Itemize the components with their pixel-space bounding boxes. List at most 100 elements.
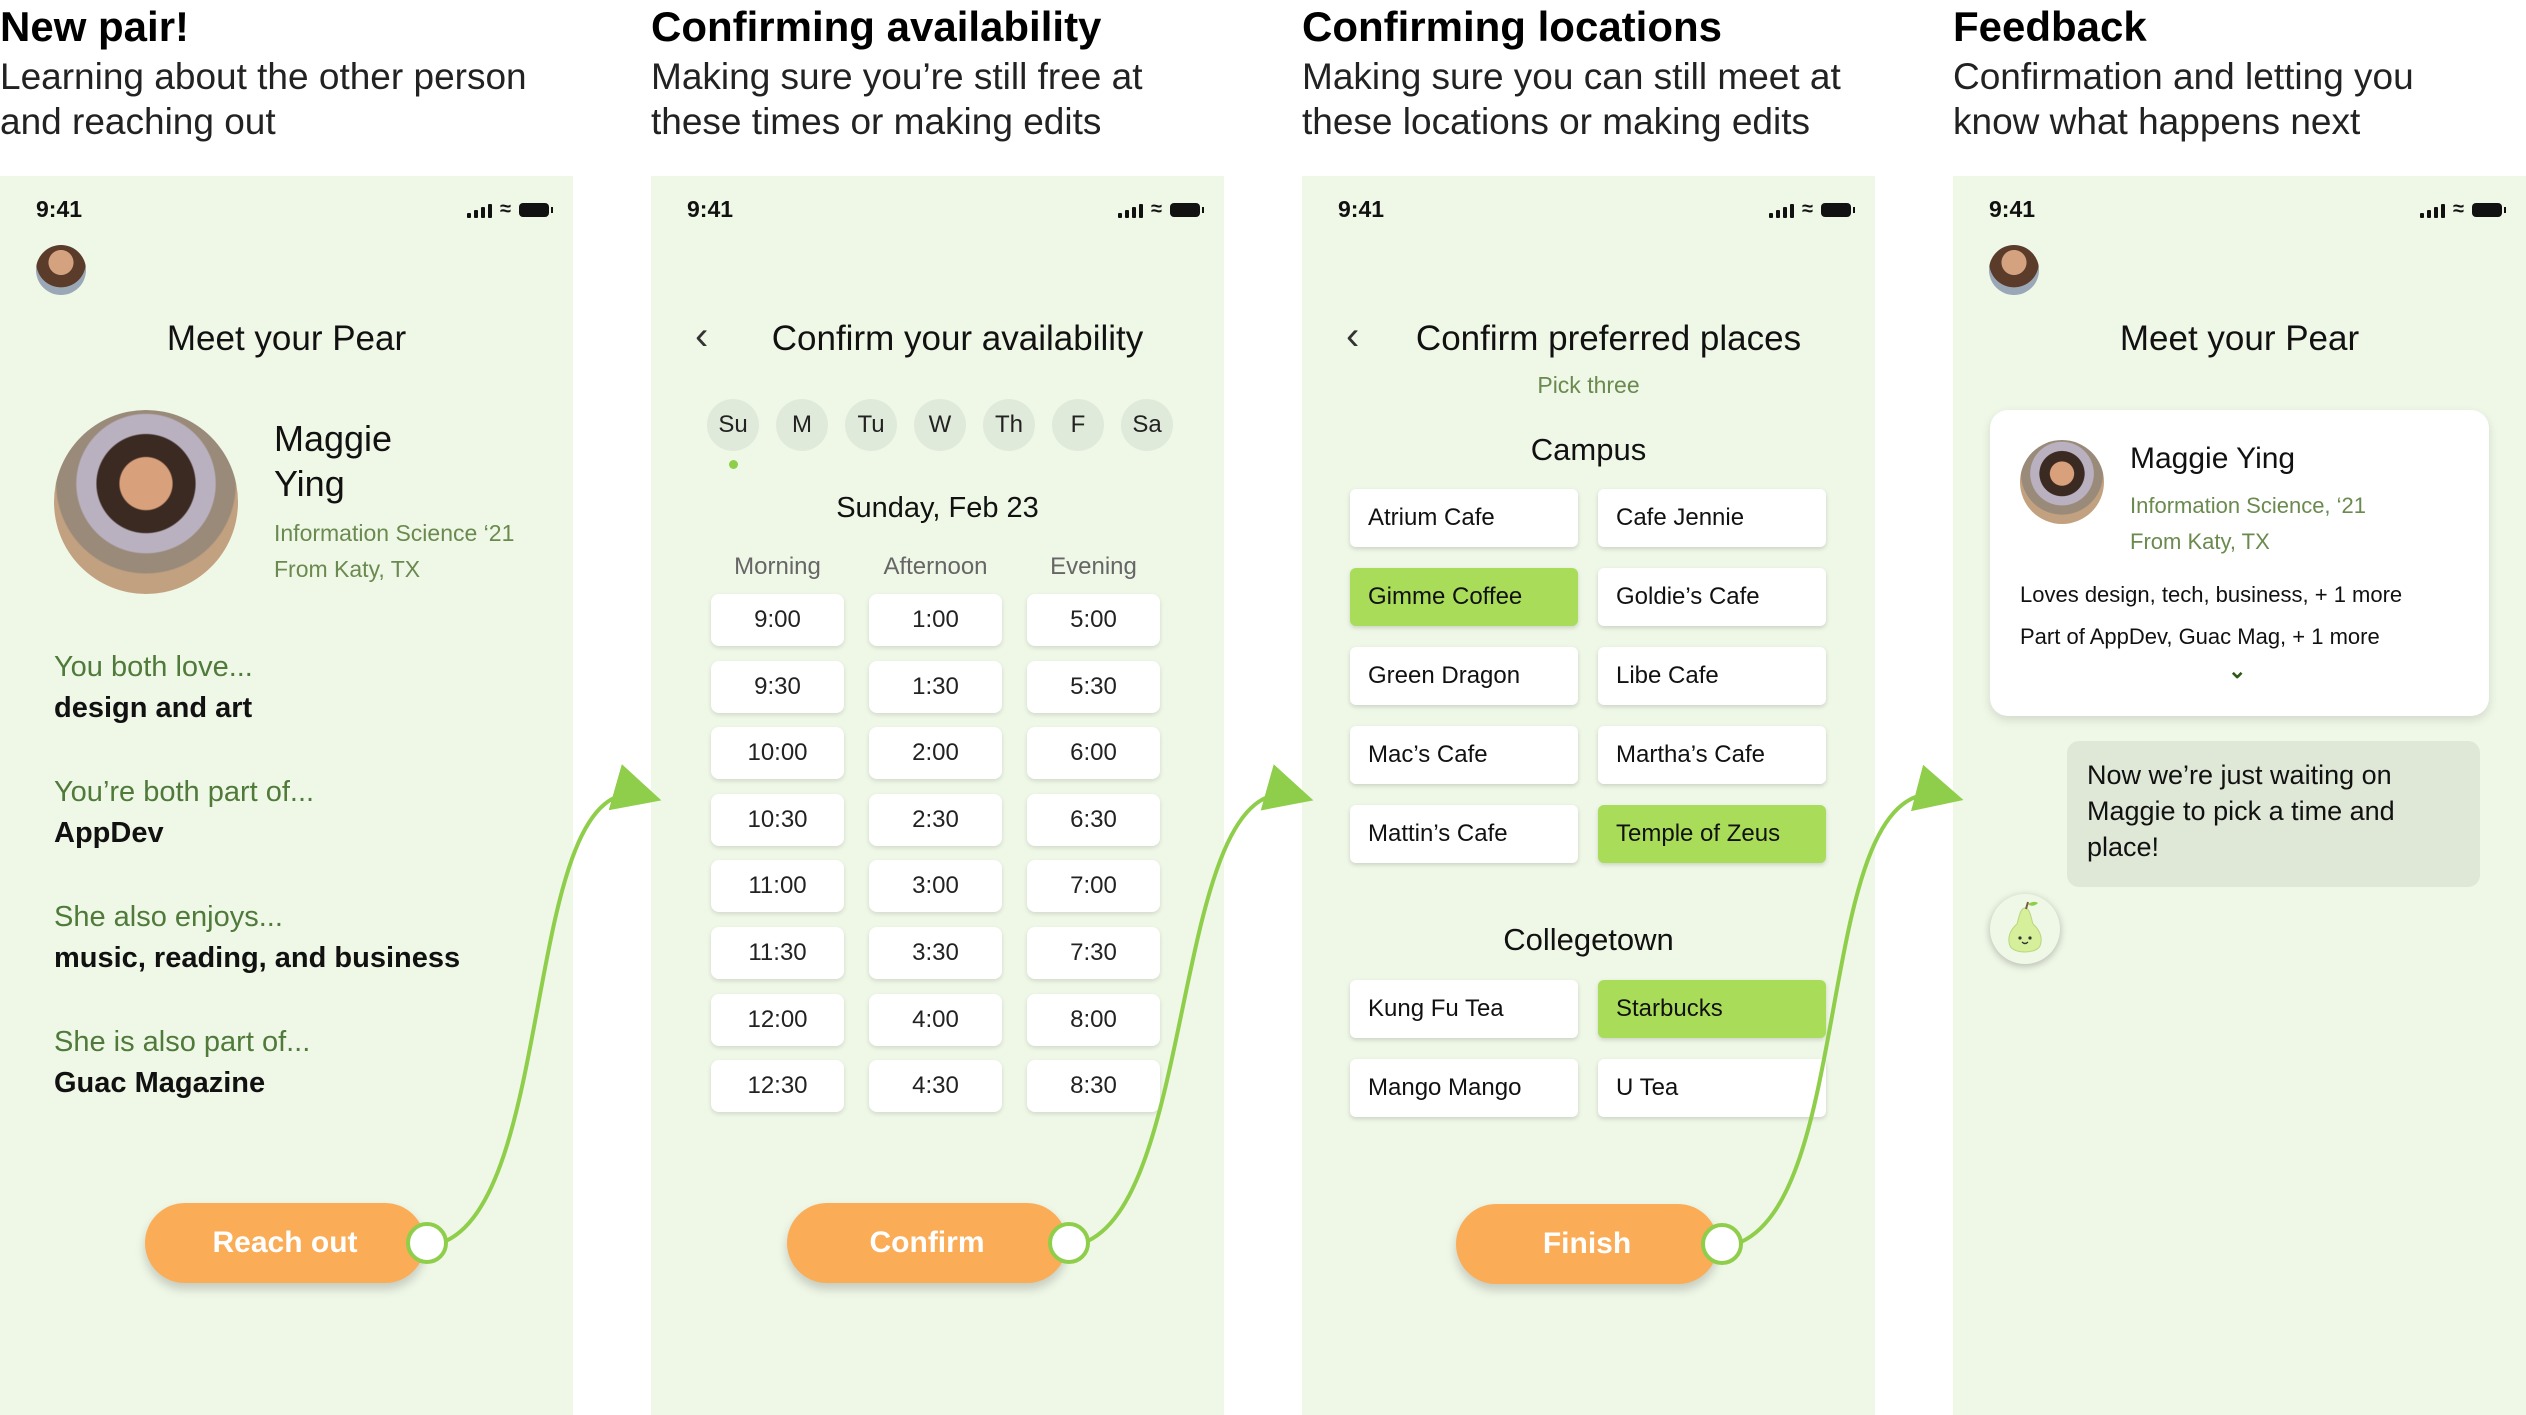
time-slot[interactable]: 4:30: [869, 1060, 1002, 1113]
time-slot[interactable]: 12:30: [711, 1060, 844, 1113]
time-slot[interactable]: 5:00: [1027, 594, 1160, 646]
heading-subtitle: Learning about the other person: [0, 56, 527, 97]
heading-subtitle: Confirmation and letting you: [1953, 56, 2414, 97]
place-option[interactable]: U Tea: [1598, 1059, 1826, 1117]
column-heading-locations: Confirming locations Making sure you can…: [1302, 0, 1882, 144]
heading-subtitle: know what happens next: [1953, 101, 2361, 142]
wifi-icon: ≈: [2453, 198, 2464, 220]
day-chip-friday[interactable]: F: [1052, 399, 1104, 451]
pear-summary-card[interactable]: Maggie Ying Information Science, ‘21 Fro…: [1990, 410, 2489, 716]
day-chip-wednesday[interactable]: W: [914, 399, 966, 451]
place-option[interactable]: Gimme Coffee: [1350, 568, 1578, 626]
signal-icon: [1769, 202, 1795, 218]
time-slot[interactable]: 7:30: [1027, 927, 1160, 979]
place-option[interactable]: Temple of Zeus: [1598, 805, 1826, 863]
signal-icon: [467, 202, 493, 218]
section-heading-collegetown: Collegetown: [1503, 922, 1674, 957]
pear-name: Maggie Ying: [274, 416, 392, 506]
status-time: 9:41: [687, 196, 734, 222]
column-header-afternoon: Afternoon: [883, 553, 988, 580]
time-slot[interactable]: 11:30: [711, 927, 844, 979]
selected-date: Sunday, Feb 23: [836, 492, 1039, 524]
time-slot[interactable]: 6:30: [1027, 793, 1160, 846]
time-slot[interactable]: 6:00: [1027, 727, 1160, 780]
time-slot[interactable]: 3:30: [869, 927, 1002, 979]
place-option[interactable]: Martha’s Cafe: [1598, 726, 1826, 784]
fact-value: design and art: [54, 692, 253, 724]
time-slot[interactable]: 7:00: [1027, 860, 1160, 913]
heading-subtitle: and reaching out: [0, 101, 276, 142]
place-option[interactable]: Mattin’s Cafe: [1350, 805, 1578, 863]
time-slot[interactable]: 8:00: [1027, 993, 1160, 1046]
pear-name: Maggie Ying: [2130, 442, 2296, 475]
place-option[interactable]: Libe Cafe: [1598, 647, 1826, 705]
signal-icon: [1118, 202, 1144, 218]
column-heading-feedback: Feedback Confirmation and letting you kn…: [1953, 0, 2526, 144]
place-option[interactable]: Goldie’s Cafe: [1598, 568, 1826, 626]
reach-out-button[interactable]: Reach out: [145, 1203, 425, 1283]
screen-confirm-availability: 9:41 ≈ ‹ Confirm your availability Su M …: [651, 176, 1224, 1415]
day-chip-thursday[interactable]: Th: [983, 399, 1035, 451]
pear-first-name: Maggie: [274, 418, 393, 459]
battery-icon: [1170, 202, 1204, 217]
column-heading-new-pair: New pair! Learning about the other perso…: [0, 0, 580, 144]
day-chip-sunday[interactable]: Su: [707, 399, 759, 451]
time-slot[interactable]: 3:00: [869, 860, 1002, 913]
expand-chevron-down-icon[interactable]: ⌄: [2228, 658, 2246, 684]
place-option[interactable]: Starbucks: [1598, 980, 1826, 1038]
place-option[interactable]: Mac’s Cafe: [1350, 726, 1578, 784]
pear-hometown: From Katy, TX: [274, 556, 421, 582]
pear-interests: Loves design, tech, business, + 1 more: [2020, 582, 2403, 607]
screen-title: Confirm preferred places: [1415, 319, 1802, 358]
day-chip-monday[interactable]: M: [776, 399, 828, 451]
status-bar: 9:41 ≈: [1989, 196, 2506, 226]
time-slot[interactable]: 8:30: [1027, 1060, 1160, 1113]
place-option[interactable]: Atrium Cafe: [1350, 489, 1578, 547]
place-option[interactable]: Mango Mango: [1350, 1059, 1578, 1117]
screen-feedback: 9:41 ≈ Meet your Pear Maggie Ying Inform…: [1953, 176, 2526, 1415]
column-header-evening: Evening: [1050, 553, 1137, 580]
time-slot[interactable]: 11:00: [711, 860, 844, 913]
time-slot[interactable]: 4:00: [869, 993, 1002, 1046]
time-slot[interactable]: 9:30: [711, 660, 844, 713]
fact-label: You’re both part of...: [54, 776, 315, 808]
time-slot[interactable]: 9:00: [711, 594, 844, 646]
time-slot[interactable]: 5:30: [1027, 660, 1160, 713]
time-slot[interactable]: 10:30: [711, 793, 844, 846]
battery-icon: [519, 202, 553, 217]
pear-major: Information Science, ‘21: [2130, 493, 2367, 518]
time-slot[interactable]: 1:30: [869, 660, 1002, 713]
status-time: 9:41: [1338, 196, 1385, 222]
status-time: 9:41: [1989, 196, 2036, 222]
fact-label: She is also part of...: [54, 1026, 311, 1058]
pear-photo: [54, 410, 238, 594]
status-bar: 9:41 ≈: [36, 196, 553, 226]
pear-groups: Part of AppDev, Guac Mag, + 1 more: [2020, 624, 2380, 649]
time-slot[interactable]: 12:00: [711, 993, 844, 1046]
fact-value: music, reading, and business: [54, 942, 461, 974]
signal-icon: [2420, 202, 2446, 218]
profile-avatar[interactable]: [1989, 245, 2039, 295]
heading-subtitle: these locations or making edits: [1302, 101, 1810, 142]
place-option[interactable]: Kung Fu Tea: [1350, 980, 1578, 1038]
place-option[interactable]: Cafe Jennie: [1598, 489, 1826, 547]
profile-avatar[interactable]: [36, 245, 86, 295]
time-slot[interactable]: 2:30: [869, 793, 1002, 846]
pear-photo: [2020, 440, 2104, 524]
screen-title: Confirm your availability: [771, 319, 1144, 358]
screen-title: Meet your Pear: [2119, 319, 2360, 358]
place-option[interactable]: Green Dragon: [1350, 647, 1578, 705]
time-slot[interactable]: 2:00: [869, 727, 1002, 780]
fact-value: Guac Magazine: [54, 1067, 266, 1099]
finish-button[interactable]: Finish: [1456, 1204, 1718, 1284]
time-slot[interactable]: 10:00: [711, 727, 844, 780]
confirm-button[interactable]: Confirm: [787, 1203, 1067, 1283]
time-slot[interactable]: 1:00: [869, 594, 1002, 646]
heading-title: New pair!: [0, 3, 190, 50]
screen-confirm-places: 9:41 ≈ ‹ Confirm preferred places Pick t…: [1302, 176, 1875, 1415]
wifi-icon: ≈: [1151, 198, 1162, 220]
day-chip-saturday[interactable]: Sa: [1121, 399, 1173, 451]
day-chip-tuesday[interactable]: Tu: [845, 399, 897, 451]
pear-last-name: Ying: [274, 463, 345, 504]
selected-day-dot: [729, 460, 738, 469]
